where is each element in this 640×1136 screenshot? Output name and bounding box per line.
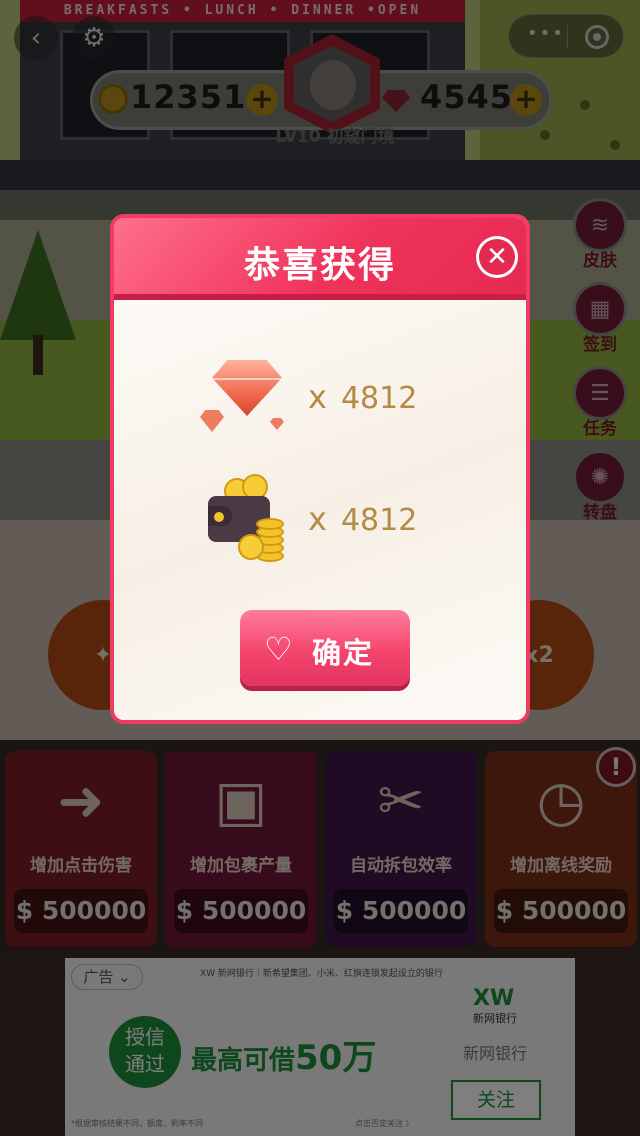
reward-modal: 恭喜获得 ✕ x 4812 x 4812 ♡ 确定 (110, 214, 530, 724)
reward-amount: x 4812 (308, 378, 418, 416)
close-icon: ✕ (479, 239, 515, 275)
reward-amount: x 4812 (308, 500, 418, 538)
confirm-button[interactable]: ♡ 确定 (240, 610, 410, 686)
modal-header: 恭喜获得 ✕ (114, 218, 526, 300)
close-button[interactable]: ✕ (476, 236, 518, 278)
gem-icon (200, 354, 290, 444)
modal-title: 恭喜获得 (243, 245, 396, 286)
reward-item-gems: x 4812 (114, 354, 526, 444)
reward-item-coins: x 4812 (114, 474, 526, 566)
confirm-label: 确定 (312, 636, 375, 670)
heart-icon: ♡ (264, 630, 293, 668)
wallet-coins-icon (200, 474, 290, 566)
